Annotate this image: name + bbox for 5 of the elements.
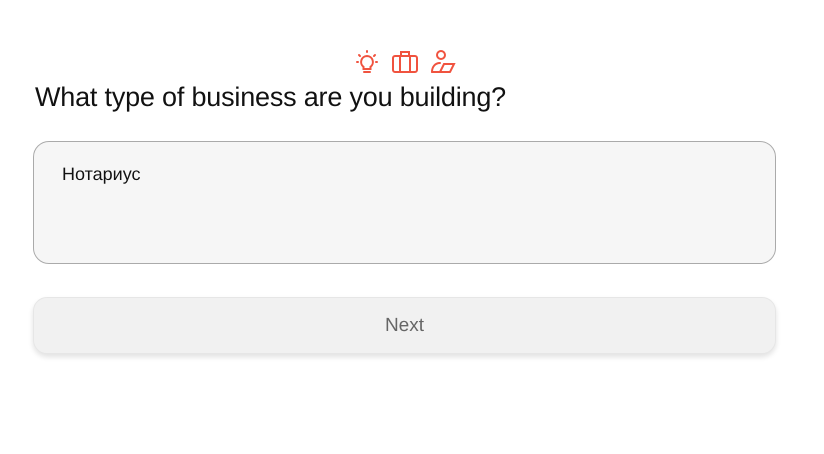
briefcase-icon <box>390 48 418 76</box>
next-button[interactable]: Next <box>33 297 776 354</box>
question-heading: What type of business are you building? <box>35 82 507 113</box>
answer-field[interactable]: Нотариус <box>33 141 776 264</box>
person-laptop-icon <box>428 48 456 76</box>
